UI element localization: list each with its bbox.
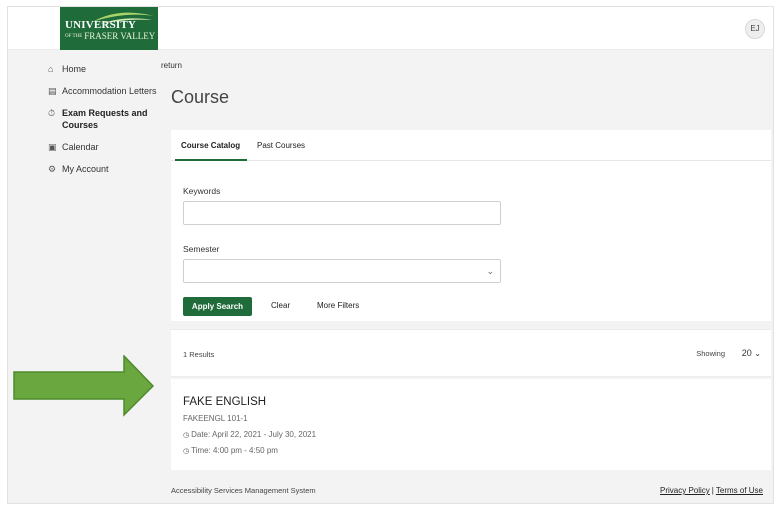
privacy-policy-link[interactable]: Privacy Policy [660,486,710,495]
sidebar-item-my-account[interactable]: ⚙ My Account [48,163,158,175]
sidebar-item-label: Accommodation Letters [62,86,157,96]
sidebar-item-label: My Account [62,164,109,174]
sidebar-item-label: Calendar [62,142,99,152]
page-title: Course [171,87,230,107]
results-count: 1 Results [183,350,215,359]
search-filters: Keywords Semester ⌄ Apply Search Clear M… [171,161,771,321]
gear-icon: ⚙ [48,164,57,174]
footer-links: Privacy Policy | Terms of Use [660,486,763,495]
calendar-icon: ▣ [48,142,57,152]
clock-icon: ◷ [183,432,190,439]
apply-search-button[interactable]: Apply Search [183,297,252,316]
tab-course-catalog[interactable]: Course Catalog [181,141,240,150]
sidebar-nav: ⌂ Home ▤ Accommodation Letters ⏱ Exam Re… [48,63,158,185]
course-time: ◷ Time: 4:00 pm - 4:50 pm [183,446,278,455]
sidebar-item-label: Exam Requests and Courses [62,108,148,130]
results-bar: 1 Results Showing 20 ⌄ [171,329,771,377]
page-size-select[interactable]: 20 ⌄ [742,348,761,358]
home-icon: ⌂ [48,64,54,74]
return-link[interactable]: return [161,61,182,70]
document-icon: ▤ [48,86,57,96]
course-search-panel: Course Catalog Past Courses Keywords Sem… [171,130,771,321]
keywords-input[interactable] [183,201,501,225]
arrow-right-icon [13,355,155,417]
sidebar-item-home[interactable]: ⌂ Home [48,63,158,75]
top-bar: UNIVERSITY OF THE FRASER VALLEY EJ [8,7,773,50]
logo-line-1: UNIVERSITY [65,19,137,31]
chevron-down-icon: ⌄ [486,266,494,276]
user-avatar[interactable]: EJ [745,19,765,39]
sidebar-item-label: Home [62,64,87,74]
chevron-down-icon: ⌄ [754,349,761,358]
clock-icon: ◷ [183,448,190,455]
tab-past-courses[interactable]: Past Courses [257,141,305,150]
stopwatch-icon: ⏱ [48,108,56,118]
tab-bar: Course Catalog Past Courses [171,130,771,161]
university-logo[interactable]: UNIVERSITY OF THE FRASER VALLEY [60,7,158,50]
terms-of-use-link[interactable]: Terms of Use [716,486,763,495]
page-size-value: 20 [741,348,752,358]
course-name[interactable]: FAKE ENGLISH [183,396,266,408]
semester-select[interactable]: ⌄ [183,259,501,283]
footer-separator: | [711,486,714,495]
showing-label: Showing [696,349,725,358]
logo-line-2: OF THE FRASER VALLEY [65,31,156,41]
sidebar-item-exam-requests[interactable]: ⏱ Exam Requests and Courses [48,107,158,131]
course-date: ◷ Date: April 22, 2021 - July 30, 2021 [183,430,317,439]
sidebar-item-calendar[interactable]: ▣ Calendar [48,141,158,153]
semester-label: Semester [183,244,220,254]
app-frame: UNIVERSITY OF THE FRASER VALLEY EJ ⌂ Home… [7,6,774,504]
course-code: FAKEENGL 101-1 [183,414,248,423]
sidebar-item-accommodation-letters[interactable]: ▤ Accommodation Letters [48,85,158,97]
footer-system-name: Accessibility Services Management System [171,486,316,495]
more-filters-button[interactable]: More Filters [317,301,359,310]
course-card[interactable]: FAKE ENGLISH FAKEENGL 101-1 ◷ Date: April… [171,379,771,470]
clear-button[interactable]: Clear [271,301,290,310]
keywords-label: Keywords [183,186,221,196]
